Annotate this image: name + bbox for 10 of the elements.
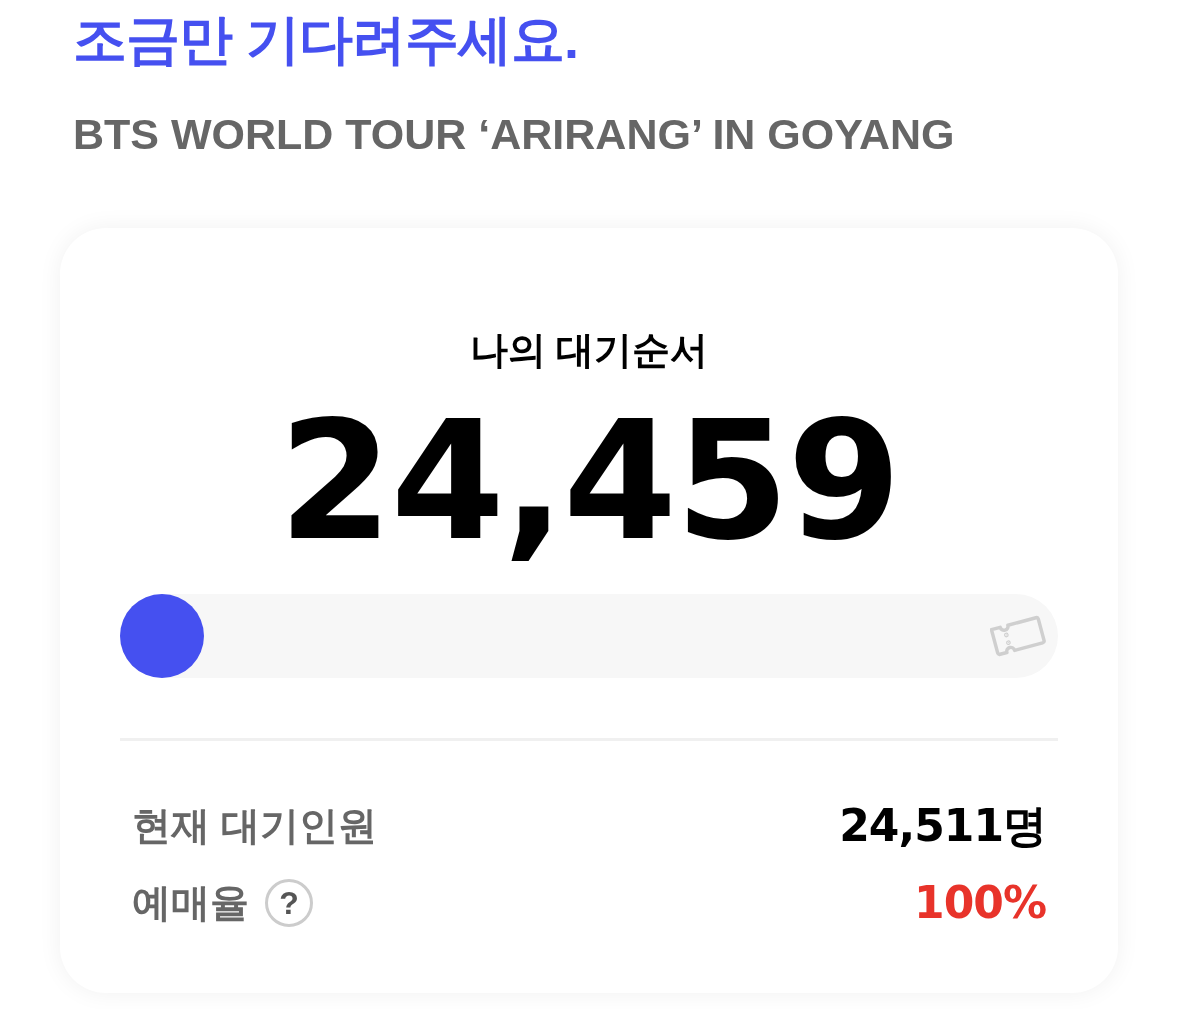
stat-label: 예매율 (132, 880, 249, 926)
stat-label: 현재 대기인원 (132, 803, 377, 849)
help-button[interactable]: ? (265, 879, 313, 927)
stat-value: 24,511명 (839, 801, 1046, 851)
event-title: BTS WORLD TOUR ‘ARIRANG’ IN GOYANG (73, 109, 955, 160)
stat-value: 100% (914, 878, 1046, 928)
ticket-icon (990, 613, 1046, 659)
queue-position: 24,459 (278, 392, 900, 572)
page-heading: 조금만 기다려주세요. (73, 8, 578, 71)
queue-label: 나의 대기순서 (469, 328, 709, 373)
